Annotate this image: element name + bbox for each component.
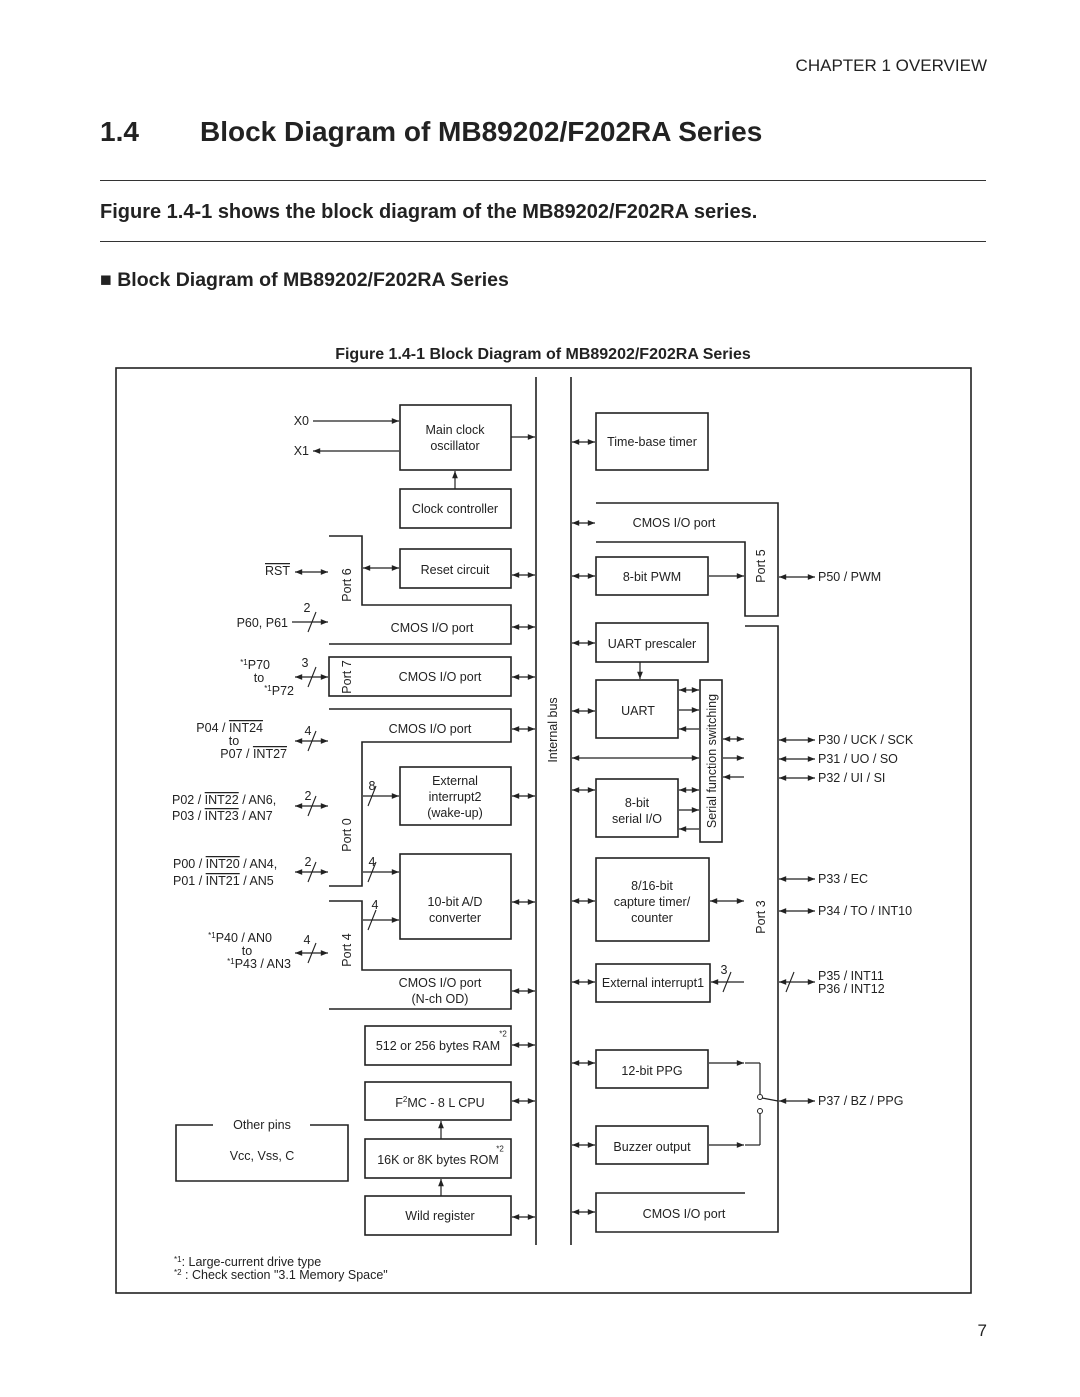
capture-timer-label: counter [631, 911, 673, 925]
bus-width: 3 [302, 656, 309, 670]
block-diagram: Internal bus Main clock oscillator Clock… [115, 367, 972, 1294]
adc-label: converter [429, 911, 481, 925]
pin-p50: P50 / PWM [818, 570, 881, 584]
port4-io-label: (N-ch OD) [412, 992, 469, 1006]
pin-p07: P07 / INT27 [220, 747, 287, 761]
pin-p02: P02 / INT22 / AN6, [172, 793, 276, 807]
main-clock-label: oscillator [430, 439, 479, 453]
pin-range-to: to [242, 944, 252, 958]
pin-range-to: to [229, 734, 239, 748]
ext-int2-label: External [432, 774, 478, 788]
switch-contact [757, 1094, 763, 1100]
pin-p70: *1P70 [240, 658, 270, 673]
port6-io-label: CMOS I/O port [391, 621, 474, 635]
pin-p72: *1P72 [264, 684, 294, 699]
bus-width: 2 [305, 789, 312, 803]
bus-width: 4 [305, 724, 312, 738]
internal-bus-label: Internal bus [546, 697, 560, 762]
footnote-2: *2 : Check section "3.1 Memory Space" [174, 1268, 388, 1283]
ext-int1-label: External interrupt1 [602, 976, 704, 990]
pin-p60-p61: P60, P61 [237, 616, 288, 630]
footnote-1: *1: Large-current drive type [174, 1255, 321, 1270]
other-pins-label: Vcc, Vss, C [230, 1149, 295, 1163]
bus-width: 2 [305, 855, 312, 869]
serial-switch-label: Serial function switching [705, 694, 719, 828]
pin-p35: P35 / INT11 [818, 969, 884, 983]
pin-p32: P32 / UI / SI [818, 771, 885, 785]
pin-p31: P31 / UO / SO [818, 752, 898, 766]
port5-label: Port 5 [754, 549, 768, 582]
capture-timer-label: 8/16-bit [631, 879, 673, 893]
serial-io-label: serial I/O [612, 812, 662, 826]
connector-line [761, 1097, 779, 1102]
ext-int2-label: interrupt2 [429, 790, 482, 804]
time-base-timer-label: Time-base timer [607, 435, 697, 449]
rom-label: 16K or 8K bytes ROM [377, 1153, 499, 1167]
port6-label: Port 6 [340, 568, 354, 601]
pin-p03: P03 / INT23 / AN7 [172, 809, 273, 823]
pin-x1: X1 [294, 444, 309, 458]
port4-label: Port 4 [340, 933, 354, 966]
switch-contact [757, 1108, 763, 1114]
adc-label: 10-bit A/D [428, 895, 483, 909]
pin-p00: P00 / INT20 / AN4, [173, 857, 277, 871]
pin-p37: P37 / BZ / PPG [818, 1094, 903, 1108]
main-clock-block [399, 404, 512, 471]
pin-p34: P34 / TO / INT10 [818, 904, 912, 918]
port3-io-label: CMOS I/O port [643, 1207, 726, 1221]
pin-rst: RST [265, 564, 290, 578]
ram-label: 512 or 256 bytes RAM [376, 1039, 500, 1053]
wild-register-label: Wild register [405, 1209, 474, 1223]
uart-label: UART [621, 704, 655, 718]
cpu-label: F2MC - 8 L CPU [395, 1095, 484, 1111]
reset-circuit-label: Reset circuit [421, 563, 490, 577]
pin-p04: P04 / INT24 [196, 721, 263, 735]
pin-p30: P30 / UCK / SCK [818, 733, 914, 747]
ppg-label: 12-bit PPG [621, 1064, 682, 1078]
pin-p33: P33 / EC [818, 872, 868, 886]
ram-note: *2 [499, 1030, 507, 1039]
capture-timer-label: capture timer/ [614, 895, 691, 909]
bus-width: 3 [721, 963, 728, 977]
clock-controller-label: Clock controller [412, 502, 498, 516]
port4-io-label: CMOS I/O port [399, 976, 482, 990]
pin-p01: P01 / INT21 / AN5 [173, 874, 274, 888]
port0-io-label: CMOS I/O port [389, 722, 472, 736]
port7-label: Port 7 [340, 660, 354, 693]
bus-width: 8 [369, 779, 376, 793]
bus-width: 2 [304, 601, 311, 615]
port0-label: Port 0 [340, 818, 354, 851]
pin-p43: *1P43 / AN3 [227, 957, 291, 972]
port3-label: Port 3 [754, 900, 768, 933]
pin-range-to: to [254, 671, 264, 685]
port5-io-label: CMOS I/O port [633, 516, 716, 530]
port7-io-label: CMOS I/O port [399, 670, 482, 684]
pin-p40: *1P40 / AN0 [208, 931, 272, 946]
bus-width: 4 [304, 933, 311, 947]
ext-int2-label: (wake-up) [427, 806, 483, 820]
serial-io-label: 8-bit [625, 796, 650, 810]
pwm-label: 8-bit PWM [623, 570, 681, 584]
other-pins-title: Other pins [233, 1118, 291, 1132]
main-clock-label: Main clock [425, 423, 485, 437]
pin-x0: X0 [294, 414, 309, 428]
bus-width: 4 [372, 898, 379, 912]
buzzer-label: Buzzer output [613, 1140, 691, 1154]
rom-note: *2 [496, 1145, 504, 1154]
uart-prescaler-label: UART prescaler [608, 637, 696, 651]
bus-width: 4 [369, 855, 376, 869]
pin-p36: P36 / INT12 [818, 982, 885, 996]
